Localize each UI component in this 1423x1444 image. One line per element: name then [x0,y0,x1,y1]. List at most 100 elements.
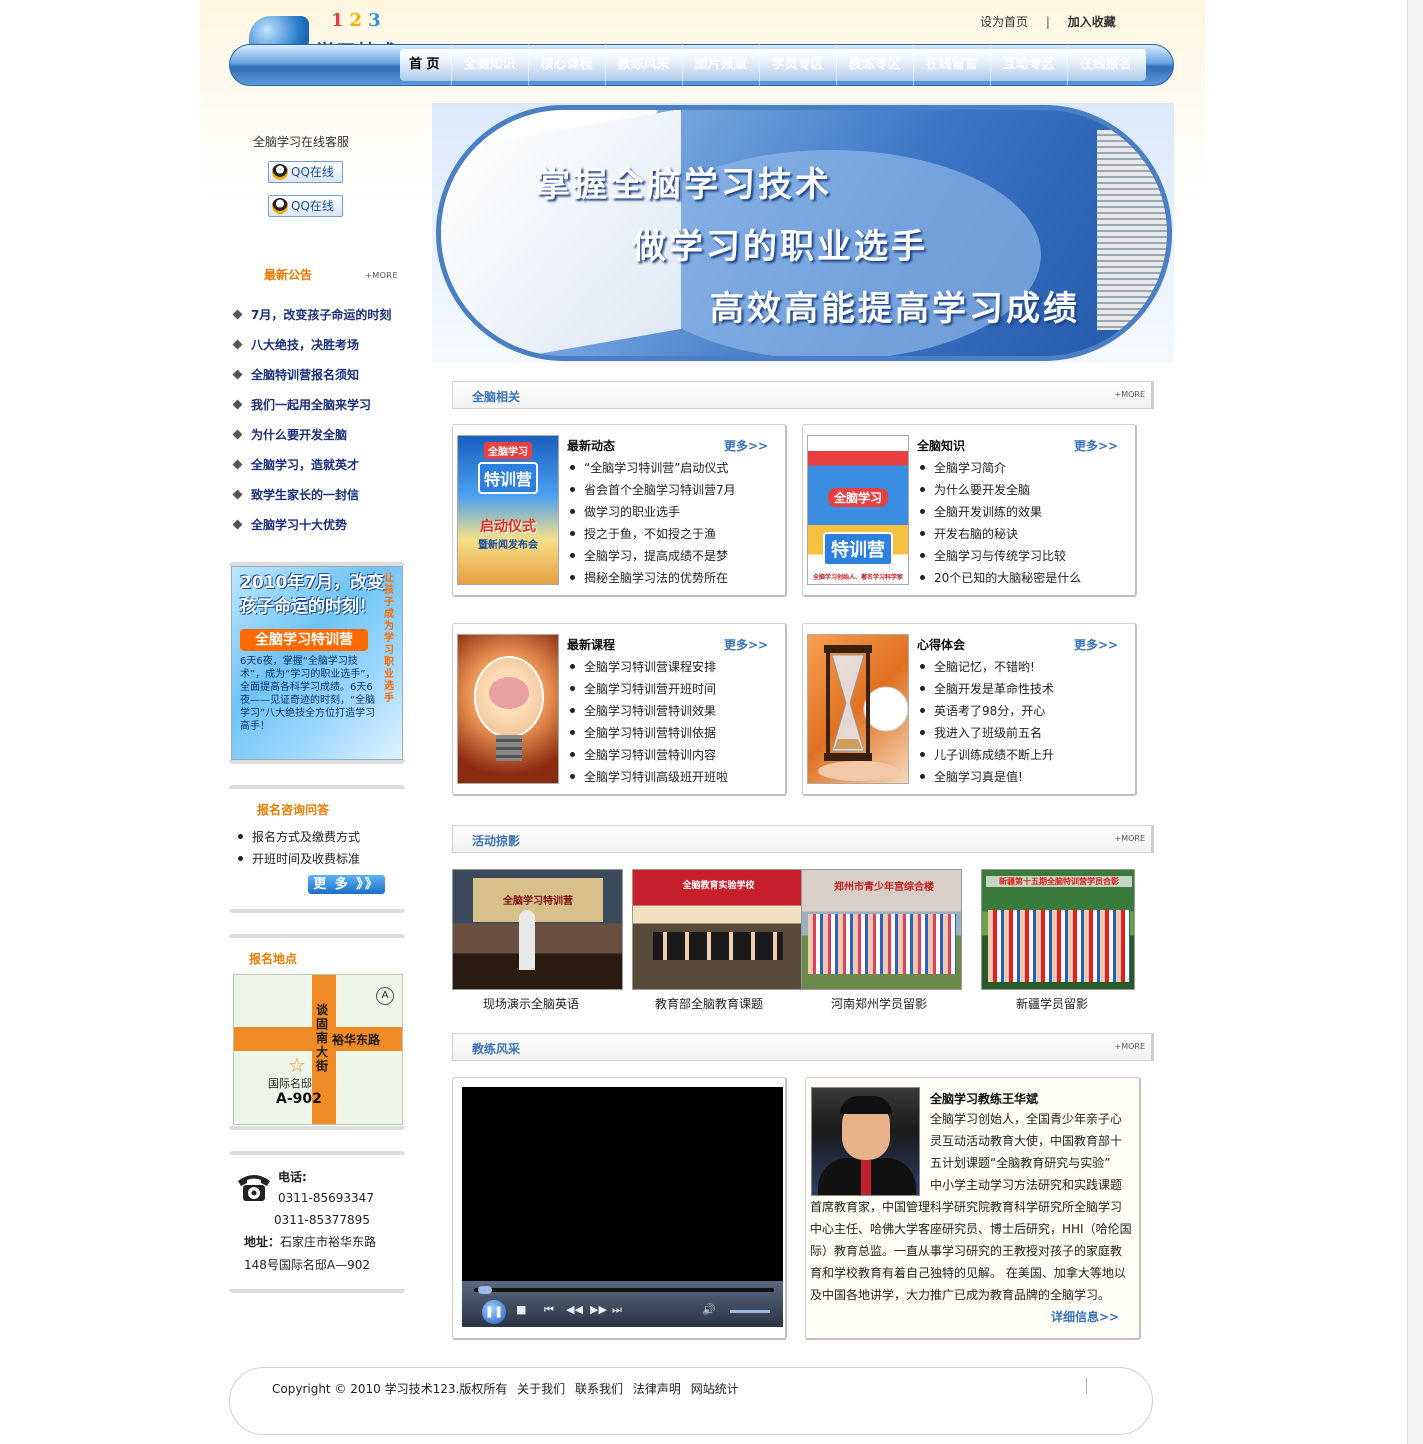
list-item[interactable]: 全脑学习简介 [917,457,1081,479]
footer-link-legal[interactable]: 法律声明 [633,1382,681,1396]
list-item[interactable]: 全脑记忆，不错哟! [917,656,1054,678]
set-homepage-link[interactable]: 设为首页 [980,15,1028,29]
photo-caption[interactable]: 教育部全脑教育课题 [655,995,763,1012]
notice-more-link[interactable]: +MORE [365,271,398,280]
list-item[interactable]: 全脑学习真是值! [917,766,1054,788]
notice-item[interactable]: 全脑特训营报名须知 [232,360,412,390]
list-item[interactable]: 英语考了98分，开心 [917,700,1054,722]
card-more-link[interactable]: 更多>> [1074,636,1118,653]
photo-caption[interactable]: 现场演示全脑英语 [483,995,579,1012]
scrollbar[interactable] [1407,0,1423,1444]
footer-link-contact[interactable]: 联系我们 [575,1382,623,1396]
hero-banner[interactable]: 掌握全脑学习技术 做学习的职业选手 高效高能提高学习成绩 [432,103,1174,363]
list-item[interactable]: 为什么要开发全脑 [917,479,1081,501]
list-item[interactable]: 做学习的职业选手 [567,501,736,523]
activity-photo-1[interactable]: 全脑学习特训营 [452,869,623,990]
video-seek-bar[interactable] [474,1288,774,1292]
coach-details-link[interactable]: 详细信息>> [1051,1308,1119,1325]
add-favorite-link[interactable]: 加入收藏 [1068,15,1116,29]
video-player[interactable]: ❚❚ ■ ⏮ ◀◀ ▶▶ ⏭ 🔊 [462,1087,783,1327]
footer-link-about[interactable]: 关于我们 [517,1382,565,1396]
card-list: “全脑学习特训营”启动仪式 省会首个全脑学习特训营7月 做学习的职业选手 授之于… [567,457,736,589]
bullet-icon [920,553,925,558]
photo-caption[interactable]: 新疆学员留影 [1016,995,1088,1012]
nav-whole-brain-knowledge[interactable]: 全脑知识 [452,44,529,86]
nav-student-zone[interactable]: 学员专区 [760,44,837,86]
location-map[interactable]: 裕华东路 谈固南大街 ☆ 国际名邸 A-902 A [233,974,403,1125]
list-item[interactable]: 我进入了班级前五名 [917,722,1054,744]
list-item[interactable]: 揭秘全脑学习法的优势所在 [567,567,736,589]
section-more-link[interactable]: +MORE [1114,390,1145,399]
nav-interactive-zone[interactable]: 互动专区 [991,44,1068,86]
list-item[interactable]: 全脑学习特训营特训依据 [567,722,728,744]
nav-message-board[interactable]: 在线留言 [914,44,991,86]
card-image-launch-ceremony[interactable]: 全脑学习 特训营 启动仪式 暨新闻发布会 [457,435,559,585]
coach-photo[interactable] [811,1087,920,1196]
card-more-link[interactable]: 更多>> [1074,437,1118,454]
card-image-training-camp[interactable]: 全脑学习 特训营 全脑学习创始人、著名学习科学家 [807,435,909,585]
section-header-coaches: 教练风采 +MORE [452,1033,1154,1061]
coach-profile-card: 全脑学习教练王华斌 全脑学习创始人，全国青少年亲子心 灵互动活动教育大使，中国教… [805,1077,1141,1340]
faq-item[interactable]: 开班时间及收费标准 [238,848,360,870]
nav-photo-channel[interactable]: 图片频道 [683,44,760,86]
list-item[interactable]: 全脑学习特训营课程安排 [567,656,728,678]
rewind-icon[interactable]: ◀◀ [566,1303,583,1316]
list-item[interactable]: 授之于鱼，不如授之于渔 [567,523,736,545]
list-item[interactable]: 省会首个全脑学习特训营7月 [567,479,736,501]
card-image-hourglass[interactable] [807,634,909,784]
nav-coach-zone[interactable]: 教练专区 [837,44,914,86]
notice-item[interactable]: 八大绝技，决胜考场 [232,330,412,360]
notice-item[interactable]: 致学生家长的一封信 [232,480,412,510]
previous-icon[interactable]: ⏮ [544,1303,554,1317]
nav-home[interactable]: 首 页 [398,44,452,86]
footer-link-stats[interactable]: 网站统计 [691,1382,739,1396]
notice-item[interactable]: 全脑学习十大优势 [232,510,412,540]
list-item[interactable]: 全脑学习特训营特训效果 [567,700,728,722]
nav-core-courses[interactable]: 核心课程 [529,44,606,86]
image-text: 全脑学习 [827,488,889,507]
faq-item[interactable]: 报名方式及缴费方式 [238,826,360,848]
notice-item[interactable]: 7月，改变孩子命运的时刻 [232,300,412,330]
volume-slider[interactable] [730,1310,770,1313]
qq-online-button-2[interactable]: QQ在线 [268,195,343,217]
notice-item[interactable]: 全脑学习，造就英才 [232,450,412,480]
list-item[interactable]: 20个已知的大脑秘密是什么 [917,567,1081,589]
training-camp-promo-banner[interactable]: 2010年7月，改变孩子命运的时刻！ 全脑学习特训营 6天6夜，掌握“全脑学习技… [231,566,403,760]
photo-caption[interactable]: 河南郑州学员留影 [831,995,927,1012]
video-controls: ❚❚ ■ ⏮ ◀◀ ▶▶ ⏭ 🔊 [462,1281,783,1327]
activity-photo-4[interactable]: 新疆第十五期全脑特训营学员合影 [981,869,1135,990]
section-more-link[interactable]: +MORE [1114,834,1145,843]
card-more-link[interactable]: 更多>> [724,437,768,454]
activity-photo-2[interactable]: 全脑教育实验学校 [632,869,803,990]
fast-forward-icon[interactable]: ▶▶ [590,1303,607,1316]
list-item[interactable]: 开发右脑的秘诀 [917,523,1081,545]
list-item[interactable]: 全脑学习特训营特训内容 [567,744,728,766]
qq-online-button-1[interactable]: QQ在线 [268,161,343,183]
nav-coach-profiles[interactable]: 教练风采 [606,44,683,86]
list-item[interactable]: 全脑学习与传统学习比较 [917,545,1081,567]
notice-item[interactable]: 为什么要开发全脑 [232,420,412,450]
list-item[interactable]: 全脑学习特训营开班时间 [567,678,728,700]
card-title: 心得体会 [917,638,966,652]
video-seek-handle[interactable] [478,1286,492,1294]
stop-icon[interactable]: ■ [516,1303,526,1316]
list-item[interactable]: 儿子训练成绩不断上升 [917,744,1054,766]
section-more-link[interactable]: +MORE [1114,1042,1145,1051]
faq-more-button[interactable]: 更 多 》》 [308,875,385,894]
north-arrow-icon: A [376,987,394,1005]
list-item[interactable]: 全脑学习，提高成绩不是梦 [567,545,736,567]
volume-icon[interactable]: 🔊 [702,1303,716,1316]
activity-photo-3[interactable]: 郑州市青少年宫综合楼 [801,869,962,990]
notice-item[interactable]: 我们一起用全脑来学习 [232,390,412,420]
nav-online-registration[interactable]: 在线报名 [1068,44,1144,86]
list-item[interactable]: 全脑开发训练的效果 [917,501,1081,523]
next-icon[interactable]: ⏭ [612,1303,622,1317]
list-item[interactable]: 全脑学习特训高级班开班啦 [567,766,728,788]
card-image-light-bulb[interactable] [457,634,559,784]
list-item[interactable]: “全脑学习特训营”启动仪式 [567,457,736,479]
play-button[interactable]: ❚❚ [482,1300,506,1324]
section-header-photos: 活动掠影 +MORE [452,825,1154,853]
card-more-link[interactable]: 更多>> [724,636,768,653]
list-item[interactable]: 全脑开发是革命性技术 [917,678,1054,700]
main-nav: 首 页 全脑知识 核心课程 教练风采 图片频道 学员专区 教练专区 在线留言 互… [398,44,1144,86]
